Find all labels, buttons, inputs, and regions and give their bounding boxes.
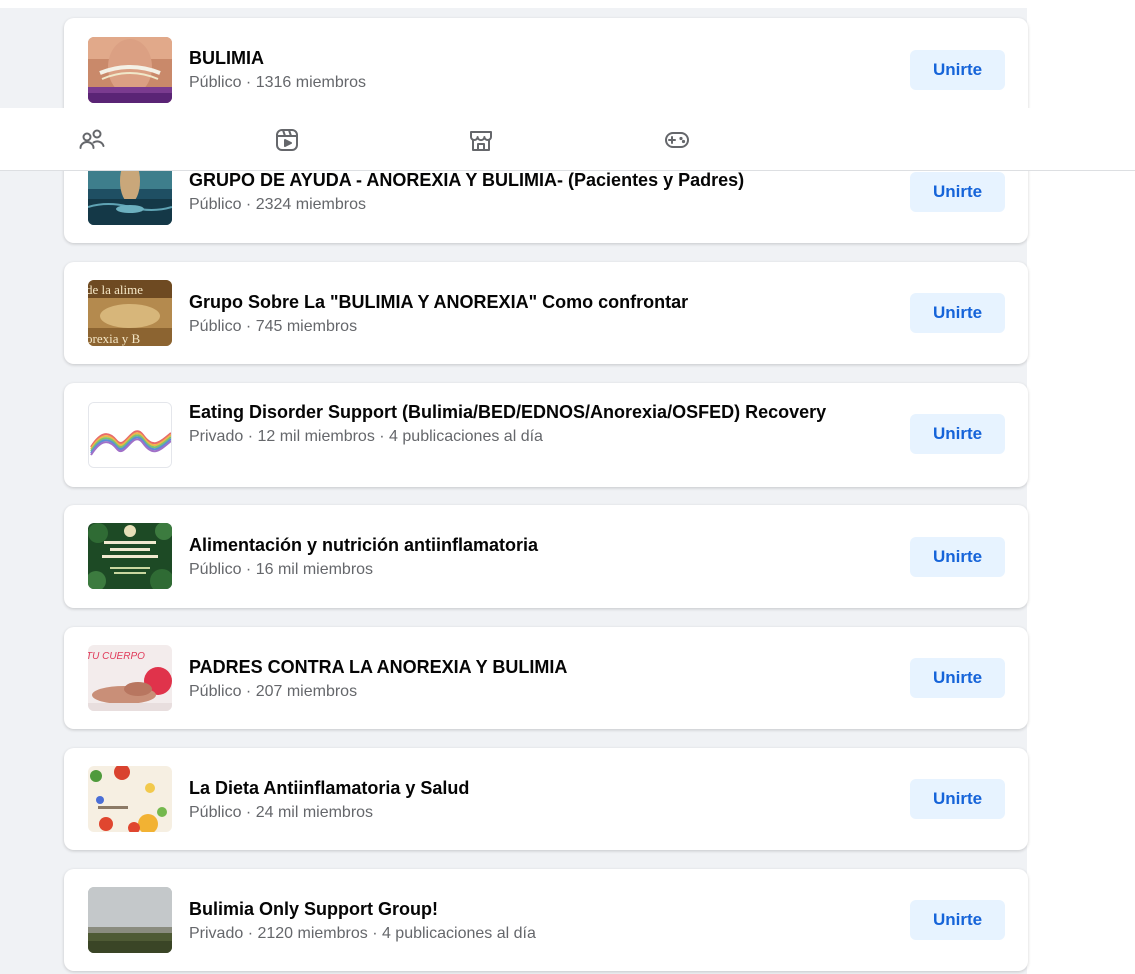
join-button[interactable]: Unirte <box>910 414 1005 454</box>
group-thumbnail[interactable] <box>88 766 172 832</box>
group-photo-tu-cuerpo-icon: TU CUERPO <box>88 645 172 711</box>
group-card[interactable]: TU CUERPO PADRES CONTRA LA ANOREXIA Y BU… <box>64 627 1028 729</box>
group-thumbnail[interactable] <box>88 402 172 468</box>
bottom-navigation-bar <box>0 108 1135 171</box>
group-name[interactable]: Bulimia Only Support Group! <box>189 898 909 921</box>
group-meta: Público · 16 mil miembros <box>189 561 374 578</box>
group-name[interactable]: Eating Disorder Support (Bulimia/BED/EDN… <box>189 401 909 424</box>
join-button[interactable]: Unirte <box>910 50 1005 90</box>
group-name[interactable]: Grupo Sobre La "BULIMIA Y ANOREXIA" Como… <box>189 291 909 314</box>
svg-text:de la alime: de la alime <box>88 282 143 297</box>
marketplace-icon[interactable] <box>467 126 499 154</box>
group-photo-green-poster-icon <box>88 523 172 589</box>
group-thumbnail[interactable]: TU CUERPO <box>88 645 172 711</box>
group-meta: Público · 745 miembros <box>189 318 358 335</box>
group-meta: Público · 207 miembros <box>189 683 358 700</box>
group-photo-fruits-icon <box>88 766 172 832</box>
group-name[interactable]: PADRES CONTRA LA ANOREXIA Y BULIMIA <box>189 656 909 679</box>
join-button[interactable]: Unirte <box>910 537 1005 577</box>
group-thumbnail[interactable] <box>88 523 172 589</box>
group-photo-rainbow-wave-icon <box>89 403 171 467</box>
group-card[interactable]: Bulimia Only Support Group! Privado · 21… <box>64 869 1028 971</box>
top-strip <box>0 0 1135 8</box>
svg-text:orexia y B: orexia y B <box>88 331 140 346</box>
group-card[interactable]: de la alime orexia y B Grupo Sobre La "B… <box>64 262 1028 364</box>
group-card[interactable]: Alimentación y nutrición antiinflamatori… <box>64 505 1028 608</box>
group-card[interactable]: Eating Disorder Support (Bulimia/BED/EDN… <box>64 383 1028 487</box>
join-button[interactable]: Unirte <box>910 172 1005 212</box>
join-button[interactable]: Unirte <box>910 293 1005 333</box>
group-photo-waist-measure-icon <box>88 37 172 103</box>
group-name[interactable]: BULIMIA <box>189 47 909 70</box>
group-card[interactable]: La Dieta Antiinflamatoria y Salud Públic… <box>64 748 1028 850</box>
join-button[interactable]: Unirte <box>910 900 1005 940</box>
group-meta: Privado · 12 mil miembros · 4 publicacio… <box>189 428 543 445</box>
group-name[interactable]: La Dieta Antiinflamatoria y Salud <box>189 777 909 800</box>
group-meta: Público · 1316 miembros <box>189 74 366 91</box>
video-icon[interactable] <box>273 126 305 154</box>
group-meta: Público · 24 mil miembros <box>189 804 374 821</box>
gaming-icon[interactable] <box>663 126 695 154</box>
join-button[interactable]: Unirte <box>910 658 1005 698</box>
group-meta: Privado · 2120 miembros · 4 publicacione… <box>189 925 536 942</box>
group-name[interactable]: GRUPO DE AYUDA - ANOREXIA Y BULIMIA- (Pa… <box>189 169 909 192</box>
group-meta: Público · 2324 miembros <box>189 196 366 213</box>
group-thumbnail[interactable] <box>88 887 172 953</box>
group-name[interactable]: Alimentación y nutrición antiinflamatori… <box>189 534 909 557</box>
group-thumbnail[interactable]: de la alime orexia y B <box>88 280 172 346</box>
join-button[interactable]: Unirte <box>910 779 1005 819</box>
group-thumbnail[interactable] <box>88 37 172 103</box>
group-photo-text-banner-icon: de la alime orexia y B <box>88 280 172 346</box>
groups-icon[interactable] <box>78 126 110 154</box>
group-photo-landscape-icon <box>88 887 172 953</box>
svg-text:TU CUERPO: TU CUERPO <box>88 651 145 662</box>
